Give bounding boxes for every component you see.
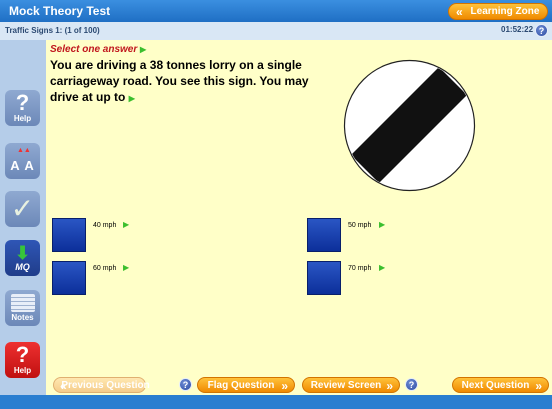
checkmark-icon: ✓: [10, 193, 35, 224]
play-audio-icon[interactable]: ▶: [123, 263, 129, 272]
learning-zone-button[interactable]: « Learning Zone: [448, 3, 548, 20]
notes-button-label: Notes: [11, 313, 34, 322]
flag-question-button[interactable]: Flag Question »: [197, 377, 295, 393]
chevron-right-icon: »: [281, 379, 288, 393]
sidebar: ? Help ▲▲ A A ✓ ⬇ MQ Notes ? Help: [0, 40, 46, 395]
play-audio-icon[interactable]: ▶: [379, 263, 385, 272]
mq-button-label: MQ: [15, 262, 30, 272]
text-size-dots-icon: ▲▲: [17, 147, 31, 154]
review-help-icon[interactable]: ?: [405, 378, 418, 391]
help-button-label: Help: [13, 114, 32, 123]
chevron-left-icon: «: [456, 5, 463, 19]
answer-label-d: 70 mph: [348, 265, 372, 272]
play-audio-icon[interactable]: ▶: [140, 45, 146, 54]
check-button[interactable]: ✓: [5, 191, 40, 227]
timer-help-icon[interactable]: ?: [535, 24, 548, 37]
title-bar: Mock Theory Test « Learning Zone: [0, 0, 552, 22]
question-mark-icon: ?: [15, 342, 30, 367]
footer-strip: [0, 395, 552, 409]
previous-question-button[interactable]: « Previous Question: [53, 377, 150, 393]
review-screen-button[interactable]: Review Screen »: [302, 377, 400, 393]
play-audio-icon[interactable]: ▶: [379, 220, 385, 229]
answer-label-b: 50 mph: [348, 222, 372, 229]
help-button[interactable]: ? Help: [5, 90, 40, 126]
app-title: Mock Theory Test: [9, 4, 111, 18]
answer-label-a: 40 mph: [93, 222, 117, 229]
answer-option-d[interactable]: [307, 261, 341, 295]
question-text-block: You are driving a 38 tonnes lorry on a s…: [50, 57, 320, 107]
question-panel: Select one answer ▶ You are driving a 38…: [46, 40, 552, 373]
flag-help-icon[interactable]: ?: [179, 378, 192, 391]
download-arrow-icon: ⬇: [14, 243, 31, 263]
answer-option-b[interactable]: [307, 218, 341, 252]
text-size-label: A A: [10, 157, 35, 173]
instruction-text: Select one answer: [50, 44, 138, 55]
flag-question-label: Flag Question: [207, 379, 275, 391]
app-window: Mock Theory Test « Learning Zone Traffic…: [0, 0, 552, 409]
play-audio-icon[interactable]: ▶: [129, 94, 135, 103]
help-red-button-label: Help: [13, 366, 32, 375]
next-question-label: Next Question: [461, 379, 530, 391]
instruction-label: Select one answer ▶: [50, 44, 146, 55]
next-question-button[interactable]: Next Question »: [452, 377, 549, 393]
question-text: You are driving a 38 tonnes lorry on a s…: [50, 58, 309, 104]
help-red-button[interactable]: ? Help: [5, 342, 40, 378]
answer-option-c[interactable]: [52, 261, 86, 295]
question-counter: Traffic Signs 1: (1 of 100): [5, 26, 100, 35]
national-speed-limit-sign: [343, 59, 476, 192]
learning-zone-label: Learning Zone: [470, 6, 540, 17]
mq-button[interactable]: ⬇ MQ: [5, 240, 40, 276]
answer-option-a[interactable]: [52, 218, 86, 252]
question-mark-icon: ?: [15, 90, 30, 115]
timer: 01:52:22: [501, 25, 534, 34]
review-screen-label: Review Screen: [310, 379, 382, 391]
info-bar: Traffic Signs 1: (1 of 100) 01:52:22: [0, 22, 552, 40]
notes-button[interactable]: Notes: [5, 290, 40, 326]
text-size-button[interactable]: ▲▲ A A: [5, 143, 40, 179]
chevron-left-icon: «: [60, 379, 67, 393]
answer-label-c: 60 mph: [93, 265, 117, 272]
play-audio-icon[interactable]: ▶: [123, 220, 129, 229]
chevron-right-icon: »: [386, 379, 393, 393]
previous-question-label: Previous Question: [61, 379, 150, 391]
chevron-right-icon: »: [535, 379, 542, 393]
notes-icon: [10, 294, 35, 312]
